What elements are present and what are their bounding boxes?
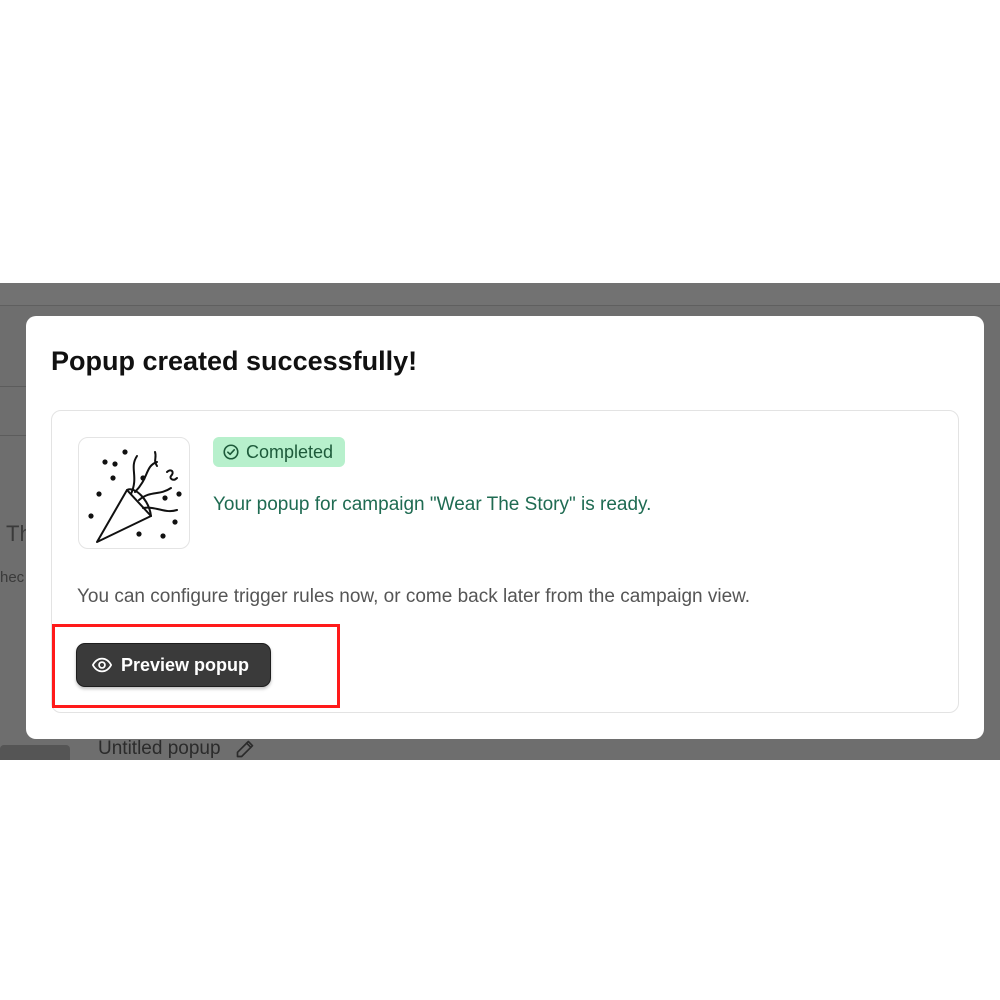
configure-hint: You can configure trigger rules now, or … <box>77 586 751 607</box>
background-divider <box>0 435 26 436</box>
success-modal: Popup created successfully! Completed Yo… <box>26 316 984 739</box>
check-circle-icon <box>223 444 239 460</box>
status-badge: Completed <box>213 437 346 467</box>
status-label: Completed <box>246 441 334 462</box>
ready-message: Your popup for campaign "Wear The Story"… <box>213 494 652 515</box>
modal-title: Popup created successfully! <box>51 346 418 376</box>
preview-popup-button[interactable]: Preview popup <box>76 643 271 687</box>
pencil-icon <box>236 740 253 758</box>
background-tab <box>0 745 70 760</box>
background-text-fragment: hec <box>0 569 25 586</box>
screen: Th hec Untitled popup Popup created succ… <box>0 0 1000 1000</box>
background-toolbar <box>0 283 1000 306</box>
preview-button-label: Preview popup <box>121 654 250 675</box>
background-divider <box>0 386 26 387</box>
party-popper-icon <box>88 449 182 543</box>
background-popup-name: Untitled popup <box>98 738 255 760</box>
illustration-frame <box>78 437 190 549</box>
untitled-popup-label: Untitled popup <box>98 738 221 759</box>
eye-icon <box>91 657 113 673</box>
